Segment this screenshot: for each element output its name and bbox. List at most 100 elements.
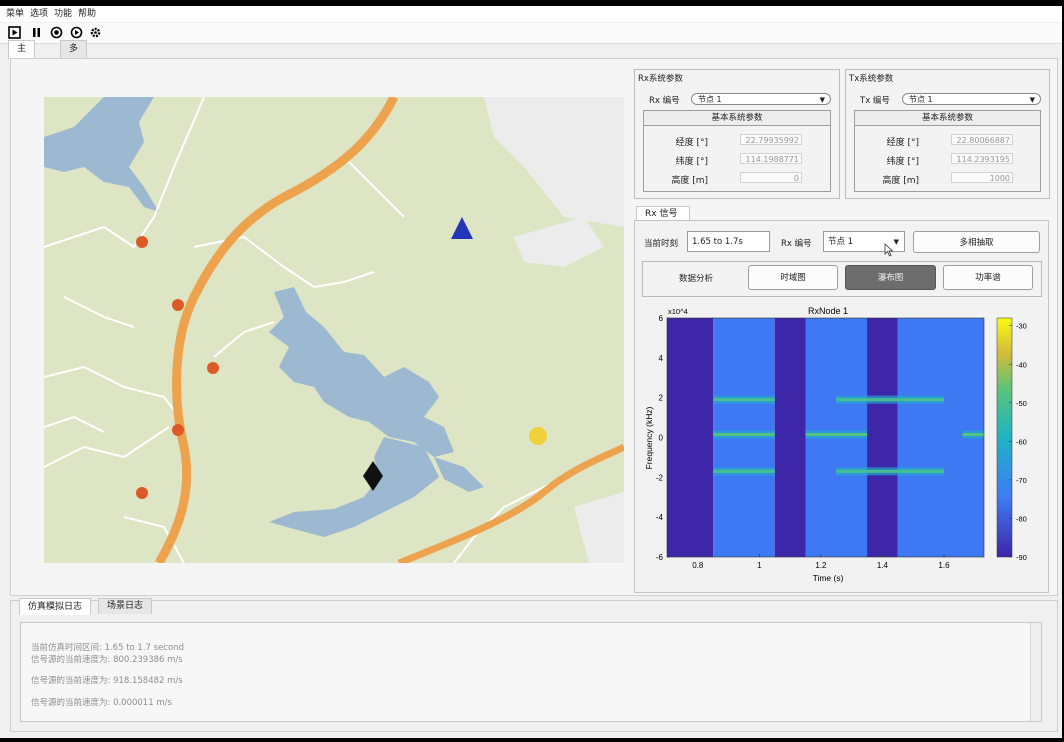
heatmap-block: [774, 318, 806, 557]
rx-node-marker[interactable]: [172, 299, 184, 311]
tab-polyphase[interactable]: 多相抽取: [60, 40, 88, 105]
chevron-down-icon: ▼: [819, 96, 825, 104]
colorbar-tick-label: -90: [1016, 553, 1027, 562]
rx-signal-id-value: 节点 1: [828, 237, 854, 247]
analysis-label: 数据分析: [679, 274, 714, 284]
signal-band: [713, 433, 775, 437]
rx-alt-field[interactable]: 0: [740, 172, 802, 183]
rx-params-group: Rx系统参数 Rx 编号 节点 1 ▼ 基本系统参数 经度 [°] 22.7993…: [634, 69, 840, 199]
map-canvas: [44, 97, 624, 563]
rx-basic-params-box: 基本系统参数 经度 [°] 22.79935992 纬度 [°] 114.198…: [643, 110, 831, 192]
tx-params-group: Tx系统参数 Tx 编号 节点 1 ▼ 基本系统参数 经度 [°] 22.8006…: [845, 69, 1050, 199]
x-tick-label: 1: [757, 561, 762, 570]
rx-id-select[interactable]: 节点 1 ▼: [691, 93, 831, 105]
menu-bar: 菜单 选项 功能 帮助: [0, 6, 1062, 22]
tx-lon-field[interactable]: 22.80066887: [951, 134, 1013, 145]
signal-band: [962, 433, 984, 437]
colorbar-tick-label: -80: [1016, 514, 1027, 523]
y-tick-label: -6: [656, 553, 664, 562]
toolbar: [0, 23, 1062, 44]
y-tick-label: 0: [659, 434, 664, 443]
polyphase-button[interactable]: 多相抽取: [913, 231, 1040, 253]
rx-id-label: Rx 编号: [649, 96, 680, 106]
chart-title: RxNode 1: [808, 306, 848, 316]
menu-item-options[interactable]: 选项: [30, 6, 48, 22]
gear-icon[interactable]: [89, 26, 102, 39]
tx-lat-label: 纬度 [°]: [886, 157, 919, 167]
colorbar-tick-label: -50: [1016, 399, 1027, 408]
rx-id-value: 节点 1: [698, 95, 722, 104]
tx-alt-label: 高度 [m]: [882, 176, 919, 186]
log-line: 信号源的当前速度为: 800.239386 m/s: [31, 655, 183, 665]
rx-node-marker[interactable]: [172, 424, 184, 436]
tx-id-label: Tx 编号: [860, 96, 890, 106]
signal-band: [805, 433, 868, 437]
log-line: 当前仿真时间区间: 1.65 to 1.7 second: [31, 643, 184, 653]
tx-basic-params-box: 基本系统参数 经度 [°] 22.80066887 纬度 [°] 114.239…: [854, 110, 1041, 192]
tx-lat-field[interactable]: 114.2393195: [951, 153, 1013, 164]
tx-alt-field[interactable]: 1000: [951, 172, 1013, 183]
log-line: 信号源的当前速度为: 0.000011 m/s: [31, 698, 172, 708]
y-tick-label: 4: [659, 354, 664, 363]
tx-lon-label: 经度 [°]: [886, 138, 919, 148]
menu-item-help[interactable]: 帮助: [78, 6, 96, 22]
x-tick-label: 1.2: [815, 561, 827, 570]
tab-simulation-log[interactable]: 仿真模拟日志: [19, 598, 92, 615]
heatmap-block: [667, 318, 714, 557]
mouse-cursor-icon: [884, 243, 894, 257]
signal-band: [897, 398, 944, 402]
x-tick-label: 0.8: [692, 561, 704, 570]
colorbar-tick-label: -30: [1016, 322, 1027, 331]
heatmap-block: [867, 318, 898, 557]
y-tick-label: 6: [659, 314, 664, 323]
chevron-down-icon: ▼: [1029, 96, 1035, 104]
signal-band: [713, 469, 775, 473]
tx-params-title: Tx系统参数: [849, 74, 894, 84]
tx-id-select[interactable]: 节点 1 ▼: [902, 93, 1041, 105]
menu-item-menu[interactable]: 菜单: [6, 6, 24, 22]
tab-main[interactable]: 主界面: [8, 40, 36, 88]
rx-params-title: Rx系统参数: [638, 74, 683, 84]
rx-lon-field[interactable]: 22.79935992: [740, 134, 802, 145]
power-spectrum-button[interactable]: 功率谱: [943, 265, 1033, 290]
y-tick-label: -2: [656, 473, 664, 482]
record-icon[interactable]: [50, 26, 63, 39]
map-view[interactable]: [44, 97, 624, 563]
rx-lat-label: 纬度 [°]: [675, 157, 708, 167]
y-tick-label: 2: [659, 394, 664, 403]
tab-scene-log[interactable]: 场景日志: [98, 598, 153, 614]
rx-basic-params-title: 基本系统参数: [644, 111, 830, 126]
rx-alt-label: 高度 [m]: [671, 176, 708, 186]
source-marker[interactable]: [529, 427, 547, 445]
y-exponent-label: x10^4: [668, 307, 688, 316]
signal-band: [713, 398, 775, 402]
colorbar-tick-label: -60: [1016, 437, 1027, 446]
current-time-field[interactable]: 1.65 to 1.7s: [687, 231, 770, 252]
log-line: 信号源的当前速度为: 918.158482 m/s: [31, 676, 183, 686]
rx-node-marker[interactable]: [136, 236, 148, 248]
y-tick-label: -4: [656, 513, 664, 522]
signal-band: [836, 398, 898, 402]
pause-icon[interactable]: [30, 26, 43, 39]
x-axis-label: Time (s): [813, 573, 844, 583]
tx-id-value: 节点 1: [909, 95, 933, 104]
time-domain-button[interactable]: 时域图: [748, 265, 838, 290]
chevron-down-icon: ▼: [893, 238, 899, 246]
signal-band: [836, 469, 898, 473]
rx-signal-id-label: Rx 编号: [781, 239, 812, 249]
rx-node-marker[interactable]: [136, 487, 148, 499]
colorbar-tick-label: -70: [1016, 476, 1027, 485]
x-tick-label: 1.6: [938, 561, 950, 570]
current-time-label: 当前时刻: [644, 239, 679, 249]
log-text-area[interactable]: 当前仿真时间区间: 1.65 to 1.7 second 信号源的当前速度为: …: [20, 622, 1042, 722]
rx-lat-field[interactable]: 114.1988771: [740, 153, 802, 164]
menu-item-functions[interactable]: 功能: [54, 6, 72, 22]
y-axis-label: Frequency (kHz): [644, 406, 654, 469]
waterfall-chart[interactable]: 0.8 1 1.2 1.4 1.6 6 4 2 0 -2 -4 -6 RxNode 1 x10^4 T…: [640, 300, 1040, 586]
play-icon[interactable]: [8, 26, 21, 39]
step-icon[interactable]: [70, 26, 83, 39]
tx-basic-params-title: 基本系统参数: [855, 111, 1040, 126]
waterfall-button[interactable]: 瀑布图: [845, 265, 936, 290]
log-scrollbar[interactable]: [1030, 623, 1041, 721]
rx-node-marker[interactable]: [207, 362, 219, 374]
